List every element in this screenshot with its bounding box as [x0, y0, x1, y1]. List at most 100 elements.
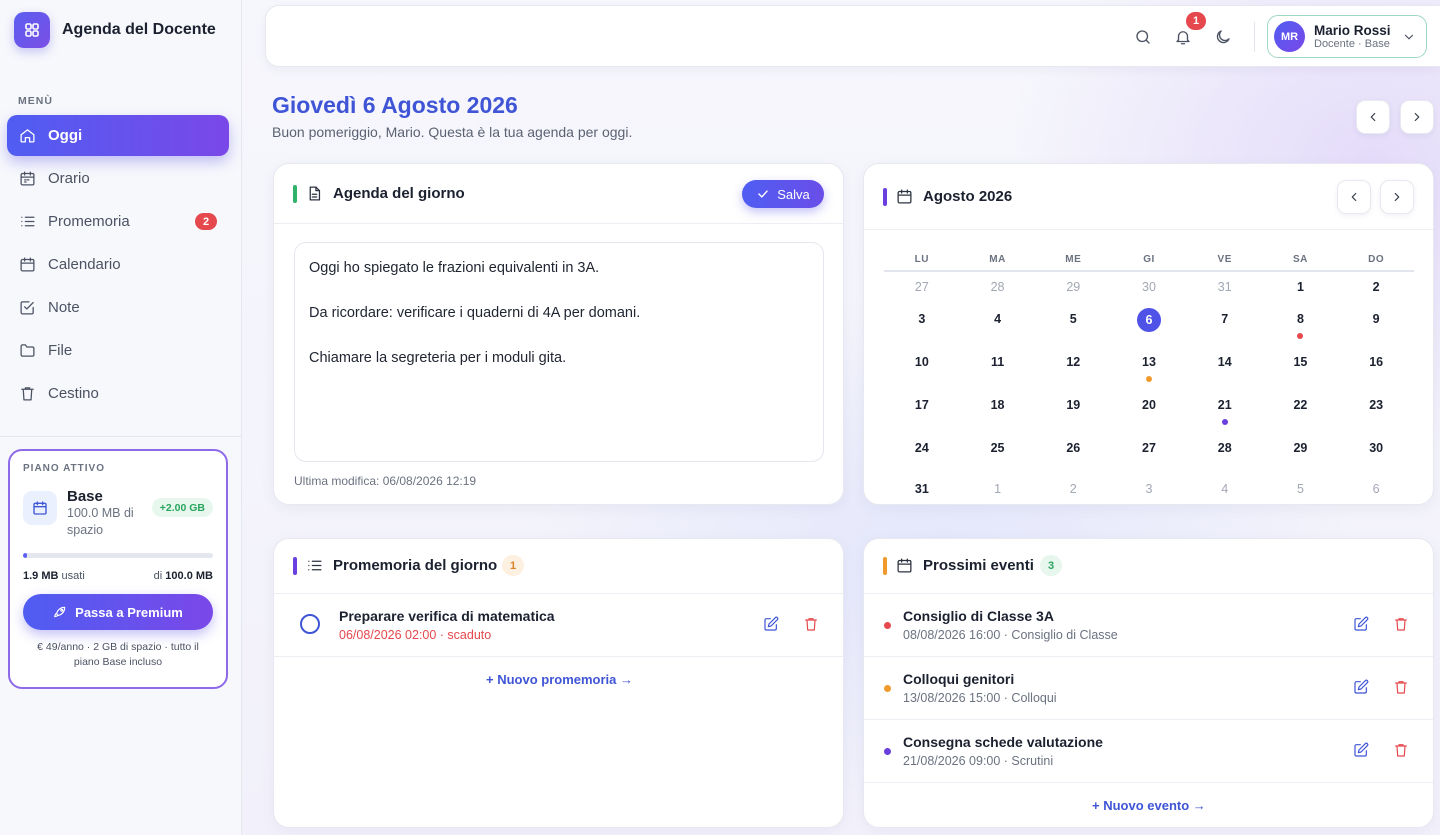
- calendar-day-today[interactable]: 6: [1111, 302, 1187, 345]
- calendar-day[interactable]: 13: [1111, 345, 1187, 388]
- save-button[interactable]: Salva: [742, 180, 824, 208]
- next-day-button[interactable]: [1400, 100, 1434, 134]
- calendar-day[interactable]: 14: [1187, 345, 1263, 388]
- calendar-day[interactable]: 5: [1263, 474, 1339, 504]
- trash-icon: [805, 618, 817, 631]
- calendar-day[interactable]: 20: [1111, 388, 1187, 431]
- calendar-day[interactable]: 3: [884, 302, 960, 345]
- chevron-right-icon: [1414, 112, 1420, 122]
- delete-event-button[interactable]: [1393, 679, 1411, 697]
- calendar-day[interactable]: 15: [1263, 345, 1339, 388]
- calendar-day[interactable]: 25: [960, 431, 1036, 474]
- weekday-label: ME: [1035, 248, 1112, 272]
- weekday-label: GI: [1111, 248, 1187, 272]
- calendar-day[interactable]: 7: [1187, 302, 1263, 345]
- calendar-day[interactable]: 11: [960, 345, 1036, 388]
- calendar-day[interactable]: 29: [1263, 431, 1339, 474]
- new-reminder-link[interactable]: + Nuovo promemoria →: [486, 672, 633, 687]
- calendar-day[interactable]: 4: [960, 302, 1036, 345]
- calendar-day[interactable]: 30: [1338, 431, 1414, 474]
- calendar-day[interactable]: 18: [960, 388, 1036, 431]
- calendar-day[interactable]: 9: [1338, 302, 1414, 345]
- calendar-day[interactable]: 21: [1187, 388, 1263, 431]
- calendar-day[interactable]: 29: [1035, 272, 1111, 302]
- calendar-day[interactable]: 28: [1187, 431, 1263, 474]
- sidebar-item-label: File: [48, 342, 73, 359]
- sidebar-item-orario[interactable]: Orario: [7, 158, 229, 199]
- calendar-clock-icon: [20, 171, 35, 186]
- checkbox-icon: [20, 301, 34, 315]
- calendar-day[interactable]: 6: [1338, 474, 1414, 504]
- top-bar: 1 MR Mario Rossi Docente · Base: [265, 5, 1440, 67]
- day-number: 6: [1372, 482, 1380, 496]
- next-month-button[interactable]: [1380, 180, 1414, 214]
- app-name: Agenda del Docente: [62, 21, 216, 38]
- theme-toggle[interactable]: [1212, 26, 1234, 48]
- event-title: Colloqui genitori: [903, 671, 1015, 687]
- delete-reminder-button[interactable]: [803, 616, 821, 634]
- calendar-day[interactable]: 30: [1111, 272, 1187, 302]
- edit-event-button[interactable]: [1353, 616, 1371, 634]
- delete-event-button[interactable]: [1393, 616, 1411, 634]
- calendar-day[interactable]: 12: [1035, 345, 1111, 388]
- calendar-day[interactable]: 17: [884, 388, 960, 431]
- user-menu[interactable]: MR Mario Rossi Docente · Base: [1267, 15, 1427, 58]
- sidebar-item-oggi[interactable]: Oggi: [7, 115, 229, 156]
- calendar-day[interactable]: 2: [1035, 474, 1111, 504]
- calendar-icon: [20, 257, 35, 272]
- sidebar-nav: Oggi Orario Promemoria 2 Calendario Note…: [7, 115, 229, 416]
- edit-reminder-button[interactable]: [763, 616, 781, 634]
- calendar-day[interactable]: 1: [960, 474, 1036, 504]
- prev-month-button[interactable]: [1337, 180, 1371, 214]
- delete-event-button[interactable]: [1393, 742, 1411, 760]
- calendar-header: Agosto 2026: [864, 164, 1433, 230]
- day-number: 30: [1369, 441, 1384, 455]
- sidebar-item-label: Oggi: [48, 127, 83, 144]
- calendar-icon: [897, 189, 912, 204]
- weekday-label: SA: [1262, 248, 1339, 272]
- calendar-day[interactable]: 28: [960, 272, 1036, 302]
- search-button[interactable]: [1132, 26, 1154, 48]
- calendar-day[interactable]: 5: [1035, 302, 1111, 345]
- calendar-day[interactable]: 2: [1338, 272, 1414, 302]
- day-number: 30: [1142, 280, 1156, 294]
- calendar-day[interactable]: 19: [1035, 388, 1111, 431]
- sidebar-item-promemoria[interactable]: Promemoria 2: [7, 201, 229, 242]
- event-item: Consiglio di Classe 3A 08/08/2026 16:00 ·…: [864, 594, 1433, 657]
- calendar-day[interactable]: 4: [1187, 474, 1263, 504]
- sidebar-item-file[interactable]: File: [7, 330, 229, 371]
- sidebar-item-cestino[interactable]: Cestino: [7, 373, 229, 414]
- calendar-day[interactable]: 22: [1263, 388, 1339, 431]
- calendar-day[interactable]: 31: [1187, 272, 1263, 302]
- reminder-title: Preparare verifica di matematica: [339, 608, 555, 624]
- edit-event-button[interactable]: [1353, 742, 1371, 760]
- reminders-count: 1: [502, 555, 524, 576]
- sidebar-item-note[interactable]: Note: [7, 287, 229, 328]
- new-event-link[interactable]: + Nuovo evento →: [1092, 798, 1206, 813]
- calendar-day[interactable]: 10: [884, 345, 960, 388]
- calendar-day[interactable]: 27: [884, 272, 960, 302]
- reminder-checkbox[interactable]: [300, 614, 320, 634]
- events-header: Prossimi eventi 3: [864, 539, 1433, 594]
- day-number: 12: [1066, 355, 1081, 369]
- calendar-day[interactable]: 16: [1338, 345, 1414, 388]
- event-details: 08/08/2026 16:00 · Consiglio di Classe: [903, 628, 1118, 642]
- calendar-day[interactable]: 1: [1263, 272, 1339, 302]
- prev-day-button[interactable]: [1356, 100, 1390, 134]
- upgrade-premium-button[interactable]: Passa a Premium: [23, 594, 213, 630]
- calendar-day[interactable]: 27: [1111, 431, 1187, 474]
- agenda-textarea[interactable]: Oggi ho spiegato le frazioni equivalenti…: [294, 242, 824, 462]
- calendar-day[interactable]: 3: [1111, 474, 1187, 504]
- brand[interactable]: Agenda del Docente: [14, 12, 216, 48]
- calendar-day[interactable]: 26: [1035, 431, 1111, 474]
- check-icon: [758, 190, 769, 198]
- storage-usage: 1.9 MB usati di 100.0 MB: [23, 570, 213, 582]
- edit-event-button[interactable]: [1353, 679, 1371, 697]
- calendar-day[interactable]: 8: [1263, 302, 1339, 345]
- calendar-day[interactable]: 31: [884, 474, 960, 504]
- sidebar-item-calendario[interactable]: Calendario: [7, 244, 229, 285]
- avatar: MR: [1274, 21, 1305, 52]
- calendar-day[interactable]: 23: [1338, 388, 1414, 431]
- notifications-badge: 1: [1186, 12, 1206, 30]
- calendar-day[interactable]: 24: [884, 431, 960, 474]
